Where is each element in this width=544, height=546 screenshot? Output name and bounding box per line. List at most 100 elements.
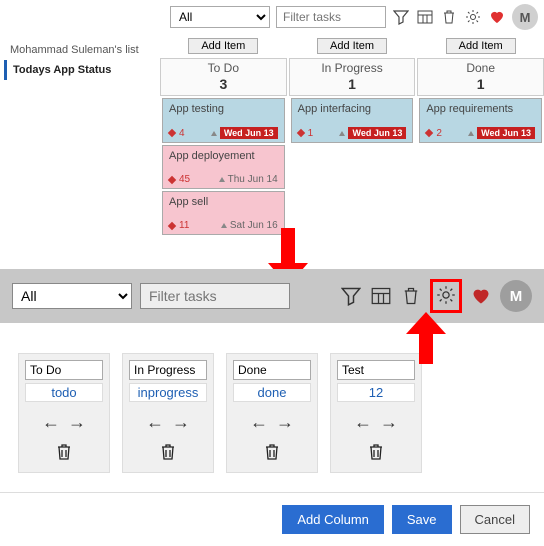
bell-icon bbox=[339, 131, 345, 136]
column-title: To Do bbox=[161, 61, 286, 75]
card-count: 4 bbox=[179, 128, 185, 139]
move-right-button[interactable]: → bbox=[276, 412, 294, 433]
card-title: App requirements bbox=[426, 103, 535, 115]
diamond-icon bbox=[168, 129, 176, 137]
date-badge: Wed Jun 13 bbox=[220, 127, 278, 139]
board-icon[interactable] bbox=[416, 8, 434, 26]
move-right-button[interactable]: → bbox=[68, 412, 86, 433]
bell-icon bbox=[211, 131, 217, 136]
add-item-button[interactable]: Add Item bbox=[188, 38, 258, 54]
card-date-wrap: Wed Jun 13 bbox=[468, 127, 535, 139]
column-slug[interactable]: 12 bbox=[337, 383, 415, 402]
column-title: In Progress bbox=[290, 61, 415, 75]
reorder-controls: ←→ bbox=[25, 412, 103, 433]
filter-select[interactable]: All bbox=[170, 6, 270, 28]
config-column: 12←→ bbox=[330, 353, 422, 473]
column-title-input[interactable] bbox=[233, 360, 311, 380]
column-title-input[interactable] bbox=[129, 360, 207, 380]
column-count: 1 bbox=[418, 75, 543, 93]
board-icon[interactable] bbox=[370, 285, 392, 307]
gear-icon[interactable] bbox=[435, 284, 457, 306]
cards: App interfacing1Wed Jun 13 bbox=[289, 96, 416, 147]
bell-icon bbox=[219, 177, 225, 182]
add-column-button[interactable]: Add Column bbox=[282, 505, 384, 534]
card[interactable]: App sell 11Sat Jun 16 bbox=[162, 191, 285, 235]
gear-icon[interactable] bbox=[464, 8, 482, 26]
card-title: App sell bbox=[169, 196, 278, 208]
heart-icon[interactable] bbox=[470, 285, 492, 307]
card-footer: 4 Wed Jun 13 bbox=[169, 127, 278, 139]
card[interactable]: App requirements 2 Wed Jun 13 bbox=[419, 98, 542, 143]
filter-input[interactable] bbox=[276, 6, 386, 28]
move-left-button[interactable]: ← bbox=[354, 412, 372, 433]
funnel-icon[interactable] bbox=[340, 285, 362, 307]
card-title: App deployement bbox=[169, 150, 278, 162]
trash-icon[interactable] bbox=[400, 285, 422, 307]
reorder-controls: ←→ bbox=[337, 412, 415, 433]
gear-highlight bbox=[430, 279, 462, 313]
card-date-wrap: Wed Jun 13 bbox=[211, 127, 278, 139]
reorder-controls: ←→ bbox=[129, 412, 207, 433]
column-slug[interactable]: inprogress bbox=[129, 383, 207, 402]
board-column: Add ItemTo Do3App testing4Wed Jun 13App … bbox=[160, 34, 287, 239]
reorder-controls: ←→ bbox=[233, 412, 311, 433]
card-footer: 11Sat Jun 16 bbox=[169, 220, 278, 231]
column-title-input[interactable] bbox=[337, 360, 415, 380]
delete-column-button[interactable] bbox=[337, 443, 415, 466]
card-priority: 1 bbox=[298, 128, 314, 139]
config-column: done←→ bbox=[226, 353, 318, 473]
card-priority: 11 bbox=[169, 220, 189, 231]
delete-column-button[interactable] bbox=[129, 443, 207, 466]
avatar[interactable]: M bbox=[512, 4, 538, 30]
sidebar: Mohammad Suleman's list Todays App Statu… bbox=[0, 34, 160, 239]
column-header: To Do3 bbox=[160, 58, 287, 96]
move-left-button[interactable]: ← bbox=[250, 412, 268, 433]
heart-icon[interactable] bbox=[488, 8, 506, 26]
diamond-icon bbox=[425, 129, 433, 137]
top-toolbar: All M bbox=[0, 0, 544, 34]
move-left-button[interactable]: ← bbox=[146, 412, 164, 433]
card-date-wrap: Thu Jun 14 bbox=[219, 174, 278, 185]
column-header: Done1 bbox=[417, 58, 544, 96]
settings-toolbar: All M bbox=[0, 269, 544, 323]
card-footer: 45 Thu Jun 14 bbox=[169, 174, 278, 185]
card-priority: 2 bbox=[426, 128, 442, 139]
add-item-button[interactable]: Add Item bbox=[446, 38, 516, 54]
cards: App requirements 2 Wed Jun 13 bbox=[417, 96, 544, 147]
delete-column-button[interactable] bbox=[25, 443, 103, 466]
move-left-button[interactable]: ← bbox=[42, 412, 60, 433]
sidebar-item-list[interactable]: Mohammad Suleman's list bbox=[4, 40, 156, 60]
column-title: Done bbox=[418, 61, 543, 75]
column-count: 1 bbox=[290, 75, 415, 93]
arrow-up-annotation bbox=[406, 312, 446, 364]
card-count: 11 bbox=[179, 220, 189, 231]
board-column: Add Item Done1 App requirements 2 Wed Jun 13 bbox=[417, 34, 544, 239]
funnel-icon[interactable] bbox=[392, 8, 410, 26]
move-right-button[interactable]: → bbox=[172, 412, 190, 433]
diamond-icon bbox=[168, 175, 176, 183]
card-count: 1 bbox=[308, 128, 314, 139]
column-title-input[interactable] bbox=[25, 360, 103, 380]
move-right-button[interactable]: → bbox=[380, 412, 398, 433]
card-priority: 4 bbox=[169, 128, 185, 139]
column-slug[interactable]: done bbox=[233, 383, 311, 402]
trash-icon[interactable] bbox=[440, 8, 458, 26]
card[interactable]: App interfacing1Wed Jun 13 bbox=[291, 98, 414, 143]
cards: App testing4Wed Jun 13App deployement45T… bbox=[160, 96, 287, 239]
filter-input[interactable] bbox=[140, 283, 290, 309]
card[interactable]: App testing4Wed Jun 13 bbox=[162, 98, 285, 143]
save-button[interactable]: Save bbox=[392, 505, 452, 534]
column-count: 3 bbox=[161, 75, 286, 93]
sidebar-item-status[interactable]: Todays App Status bbox=[4, 60, 156, 80]
card-count: 45 bbox=[179, 174, 190, 185]
column-slug[interactable]: todo bbox=[25, 383, 103, 402]
delete-column-button[interactable] bbox=[233, 443, 311, 466]
add-item-button[interactable]: Add Item bbox=[317, 38, 387, 54]
avatar[interactable]: M bbox=[500, 280, 532, 312]
board: Add ItemTo Do3App testing4Wed Jun 13App … bbox=[160, 34, 544, 239]
cancel-button[interactable]: Cancel bbox=[460, 505, 530, 534]
diamond-icon bbox=[168, 221, 176, 229]
card[interactable]: App deployement 45 Thu Jun 14 bbox=[162, 145, 285, 189]
filter-select[interactable]: All bbox=[12, 283, 132, 309]
card-count: 2 bbox=[436, 128, 442, 139]
